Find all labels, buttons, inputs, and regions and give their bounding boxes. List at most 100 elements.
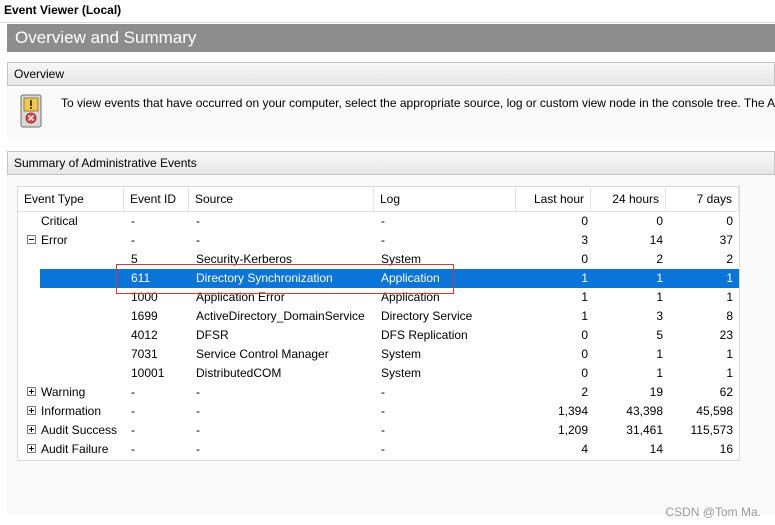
cell-d7: 2: [726, 252, 733, 266]
overview-section-title: Overview: [14, 67, 65, 81]
cell-d7: 1: [726, 271, 733, 285]
cell-h24: 1: [656, 290, 663, 304]
column-header-log[interactable]: Log: [374, 187, 516, 211]
cell-source: ActiveDirectory_DomainService: [196, 309, 365, 323]
table-header: Event Type Event ID Source Log Last hour…: [18, 187, 739, 212]
column-header-event-id[interactable]: Event ID: [124, 187, 189, 211]
summary-section-header[interactable]: Summary of Administrative Events: [7, 151, 775, 175]
window-title: Event Viewer (Local): [4, 3, 122, 17]
cell-id: -: [131, 404, 135, 418]
table-row[interactable]: 10001 DistributedCOM System 0 1 1: [18, 364, 739, 383]
page-title: Overview and Summary: [15, 28, 197, 47]
cell-id: 10001: [131, 366, 165, 380]
cell-log: System: [381, 366, 422, 380]
cell-d7: 115,573: [690, 423, 734, 437]
cell-id: -: [131, 214, 135, 228]
cell-event-type: Audit Success: [41, 423, 118, 437]
cell-id: -: [131, 385, 135, 399]
cell-id: 4012: [131, 328, 158, 342]
cell-source: -: [196, 233, 200, 247]
summary-table: Event Type Event ID Source Log Last hour…: [17, 186, 740, 461]
cell-h1: 0: [581, 366, 588, 380]
cell-h24: 31,461: [626, 423, 663, 437]
cell-event-type: Warning: [41, 385, 86, 399]
cell-log: DFS Replication: [381, 328, 468, 342]
cell-source: -: [196, 404, 200, 418]
overview-description: To view events that have occurred on you…: [61, 96, 775, 110]
column-header-last-hour[interactable]: Last hour: [516, 187, 591, 211]
expand-icon[interactable]: [27, 387, 36, 396]
cell-h24: 0: [656, 214, 663, 228]
page-banner: Overview and Summary: [7, 24, 775, 52]
cell-d7: 45,598: [696, 404, 733, 418]
table-row[interactable]: Information - - - 1,394 43,398 45,598: [18, 402, 739, 421]
cell-h24: 1: [656, 271, 663, 285]
table-row[interactable]: 7031 Service Control Manager System 0 1 1: [18, 345, 739, 364]
summary-section-title: Summary of Administrative Events: [14, 156, 197, 170]
table-row[interactable]: 4012 DFSR DFS Replication 0 5 23: [18, 326, 739, 345]
cell-h24: 5: [656, 328, 663, 342]
cell-d7: 1: [726, 290, 733, 304]
cell-h1: 1: [581, 290, 588, 304]
cell-log: Directory Service: [381, 309, 473, 323]
column-header-7-days[interactable]: 7 days: [666, 187, 739, 211]
cell-h24: 14: [649, 442, 663, 456]
title-bar: Event Viewer (Local): [0, 0, 775, 23]
cell-h1: 0: [581, 347, 588, 361]
overview-panel: To view events that have occurred on you…: [7, 88, 775, 143]
cell-d7: 1: [726, 347, 733, 361]
cell-id: -: [131, 442, 135, 456]
cell-event-type: Error: [41, 233, 68, 247]
cell-h1: 0: [581, 252, 588, 266]
cell-h1: 0: [581, 328, 588, 342]
cell-d7: 8: [726, 309, 733, 323]
cell-h1: 1,394: [557, 404, 588, 418]
cell-event-type: Information: [41, 404, 102, 418]
collapse-icon[interactable]: [27, 235, 36, 244]
event-viewer-icon: [20, 94, 42, 128]
cell-h24: 19: [649, 385, 663, 399]
overview-section-header[interactable]: Overview: [7, 62, 775, 86]
cell-d7: 23: [719, 328, 733, 342]
cell-id: 7031: [131, 347, 158, 361]
cell-id: 1699: [131, 309, 158, 323]
cell-d7: 16: [719, 442, 733, 456]
column-header-event-type[interactable]: Event Type: [18, 187, 124, 211]
cell-h1: 0: [581, 214, 588, 228]
cell-h1: 4: [581, 442, 588, 456]
cell-log: -: [381, 404, 385, 418]
cell-d7: 1: [726, 366, 733, 380]
column-header-24-hours[interactable]: 24 hours: [591, 187, 666, 211]
cell-event-type: Audit Failure: [41, 442, 109, 456]
cell-id: -: [131, 233, 135, 247]
cell-h1: 3: [581, 233, 588, 247]
table-row[interactable]: Error - - - 3 14 37: [18, 231, 739, 250]
expand-icon[interactable]: [27, 425, 36, 434]
expand-icon[interactable]: [27, 406, 36, 415]
cell-h1: 1: [581, 309, 588, 323]
cell-h1: 1: [581, 271, 588, 285]
cell-h24: 2: [656, 252, 663, 266]
cell-log: -: [381, 214, 385, 228]
cell-h24: 1: [656, 366, 663, 380]
table-row[interactable]: Critical - - - 0 0 0: [18, 212, 739, 231]
table-row[interactable]: 1699 ActiveDirectory_DomainService Directo…: [18, 307, 739, 326]
cell-log: -: [381, 442, 385, 456]
watermark: CSDN @Tom Ma.: [665, 505, 761, 519]
cell-log: -: [381, 385, 385, 399]
cell-h24: 14: [649, 233, 663, 247]
table-row[interactable]: Warning - - - 2 19 62: [18, 383, 739, 402]
expand-icon[interactable]: [27, 444, 36, 453]
column-header-source[interactable]: Source: [189, 187, 374, 211]
cell-source: DFSR: [196, 328, 229, 342]
cell-h24: 1: [656, 347, 663, 361]
cell-event-type: Critical: [41, 214, 78, 228]
cell-source: DistributedCOM: [196, 366, 282, 380]
cell-d7: 0: [726, 214, 733, 228]
cell-log: -: [381, 423, 385, 437]
table-row[interactable]: Audit Success - - -1,209 31,461 115,573: [18, 421, 739, 440]
cell-log: System: [381, 347, 422, 361]
highlight-annotation: [116, 264, 454, 294]
table-row[interactable]: Audit Failure - - - 4 14 16: [18, 440, 739, 459]
cell-d7: 62: [719, 385, 733, 399]
